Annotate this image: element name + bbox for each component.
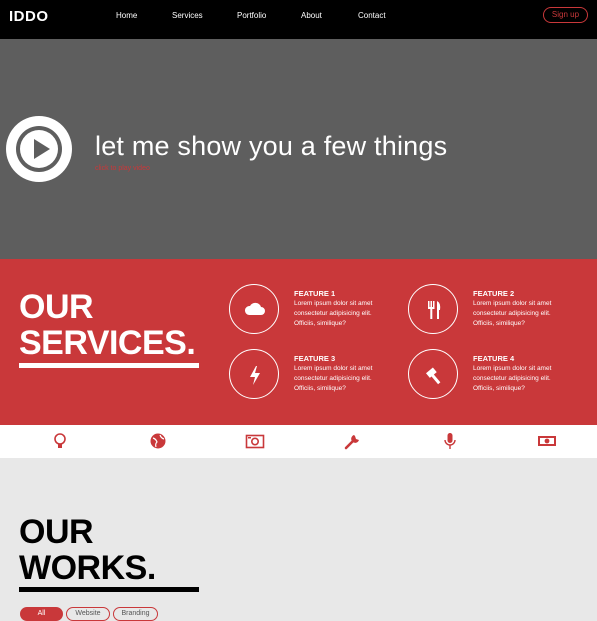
works-heading: OUR WORKS. [19, 513, 156, 587]
services-heading: OUR SERVICES. [19, 288, 196, 362]
play-video-link[interactable]: click to play video [95, 165, 150, 172]
feature-2-desc: Lorem ipsum dolor sit amet consectetur a… [473, 300, 552, 327]
icon-bar [0, 425, 597, 458]
wrench-icon[interactable] [343, 431, 363, 451]
logo[interactable]: IDDO [9, 8, 49, 25]
filter-website-button[interactable]: Website [66, 607, 110, 621]
camera-icon[interactable] [245, 431, 265, 451]
nav-services[interactable]: Services [172, 11, 203, 20]
nav-contact[interactable]: Contact [358, 11, 386, 20]
signup-button[interactable]: Sign up [543, 7, 588, 23]
hammer-icon [408, 349, 458, 399]
fork-knife-icon [408, 284, 458, 334]
nav-home[interactable]: Home [116, 11, 137, 20]
money-icon[interactable] [537, 431, 557, 451]
feature-1-title: FEATURE 1 [294, 289, 336, 298]
works-underline [19, 587, 199, 592]
hero-section: let me show you a few things click to pl… [0, 39, 597, 259]
feature-1-desc: Lorem ipsum dolor sit amet consectetur a… [294, 300, 373, 327]
top-navbar: IDDO Home Services Portfolio About Conta… [0, 0, 597, 39]
microphone-icon[interactable] [440, 431, 460, 451]
feature-4-title: FEATURE 4 [473, 354, 515, 363]
filter-branding-button[interactable]: Branding [113, 607, 158, 621]
feature-4-desc: Lorem ipsum dolor sit amet consectetur a… [473, 365, 552, 392]
lightning-icon [229, 349, 279, 399]
services-underline [19, 363, 199, 368]
globe-icon[interactable] [148, 431, 168, 451]
works-section: OUR WORKS. All Website Branding [0, 458, 597, 621]
play-video-button[interactable] [6, 116, 72, 182]
lightbulb-icon[interactable] [50, 431, 70, 451]
feature-2-title: FEATURE 2 [473, 289, 515, 298]
services-section: OUR SERVICES. FEATURE 1 Lorem ipsum dolo… [0, 259, 597, 425]
feature-3-desc: Lorem ipsum dolor sit amet consectetur a… [294, 365, 373, 392]
cloud-icon [229, 284, 279, 334]
play-icon [16, 126, 62, 172]
feature-3-title: FEATURE 3 [294, 354, 336, 363]
nav-about[interactable]: About [301, 11, 322, 20]
nav-portfolio[interactable]: Portfolio [237, 11, 266, 20]
hero-title: let me show you a few things [95, 131, 448, 161]
filter-all-button[interactable]: All [20, 607, 63, 621]
